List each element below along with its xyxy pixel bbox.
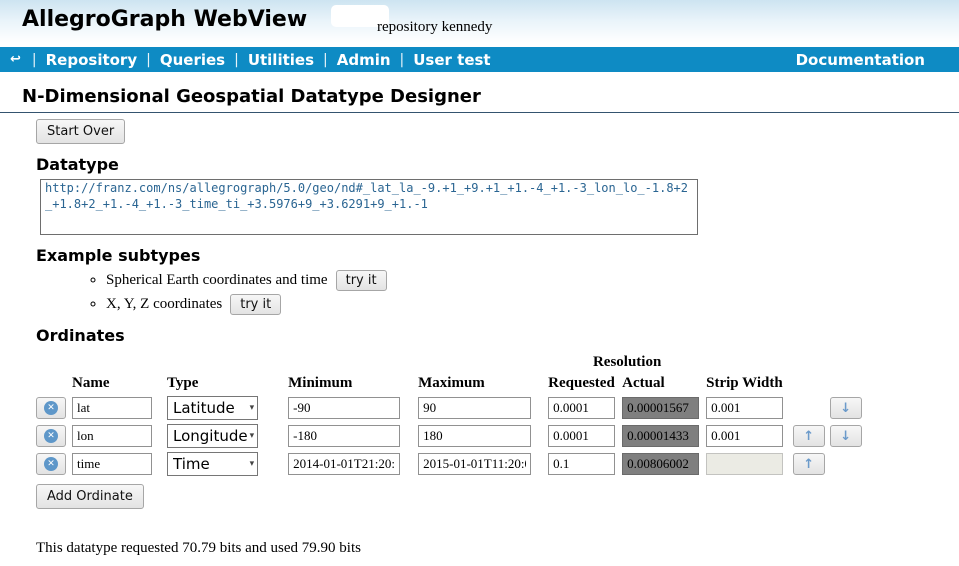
example-subtypes-heading: Example subtypes bbox=[36, 246, 959, 265]
nav-separator: | bbox=[400, 52, 405, 68]
move-down-button[interactable]: ↓ bbox=[830, 397, 862, 419]
nav-item-user-test[interactable]: User test bbox=[413, 51, 490, 69]
down-arrow-icon: ↓ bbox=[840, 429, 851, 444]
selected-type-value: Longitude bbox=[173, 427, 248, 445]
datatype-heading: Datatype bbox=[36, 155, 959, 174]
ordinates-table: Resolution Name Type Minimum Maximum Req… bbox=[36, 350, 862, 480]
ordinate-minimum-input[interactable] bbox=[288, 397, 400, 419]
dropdown-arrow-icon: ▾ bbox=[250, 459, 255, 469]
list-item: Spherical Earth coordinates and time try … bbox=[106, 270, 959, 291]
column-header-requested: Requested bbox=[548, 375, 622, 392]
selected-type-value: Time bbox=[173, 455, 210, 473]
try-it-button-spherical[interactable]: try it bbox=[336, 270, 387, 291]
delete-ordinate-button[interactable]: ✕ bbox=[36, 425, 66, 447]
strip-width-input[interactable] bbox=[706, 397, 783, 419]
nav-separator: | bbox=[323, 52, 328, 68]
column-header-name: Name bbox=[72, 375, 167, 392]
selected-type-value: Latitude bbox=[173, 399, 235, 417]
down-arrow-icon: ↓ bbox=[840, 401, 851, 416]
move-up-button[interactable]: ↑ bbox=[793, 425, 825, 447]
ordinate-name-input[interactable] bbox=[72, 453, 152, 475]
delete-ordinate-button[interactable]: ✕ bbox=[36, 453, 66, 475]
nav-item-admin[interactable]: Admin bbox=[337, 51, 391, 69]
ordinate-maximum-input[interactable] bbox=[418, 397, 531, 419]
ordinate-type-select[interactable]: Latitude ▾ bbox=[167, 396, 258, 420]
column-header-actual: Actual bbox=[622, 375, 706, 392]
dropdown-arrow-icon: ▾ bbox=[250, 431, 255, 441]
delete-ordinate-button[interactable]: ✕ bbox=[36, 397, 66, 419]
nav-separator: | bbox=[234, 52, 239, 68]
dropdown-arrow-icon: ▾ bbox=[250, 403, 255, 413]
ordinate-maximum-input[interactable] bbox=[418, 425, 531, 447]
ordinate-row-time: ✕ Time ▾ 0.00806002 ↑ bbox=[36, 452, 862, 476]
try-it-button-xyz[interactable]: try it bbox=[230, 294, 281, 315]
resolution-requested-input[interactable] bbox=[548, 425, 615, 447]
nav-item-utilities[interactable]: Utilities bbox=[248, 51, 314, 69]
ordinate-row-lat: ✕ Latitude ▾ 0.00001567 ↓ bbox=[36, 396, 862, 420]
column-header-type: Type bbox=[167, 375, 288, 392]
app-title: AllegroGraph WebView bbox=[22, 7, 307, 32]
delete-icon: ✕ bbox=[44, 457, 58, 471]
ordinates-heading: Ordinates bbox=[36, 326, 959, 345]
strip-width-input-disabled bbox=[706, 453, 783, 475]
bits-summary: This datatype requested 70.79 bits and u… bbox=[36, 540, 959, 557]
ordinate-row-lon: ✕ Longitude▾ 0.00001433 ↑ ↓ bbox=[36, 424, 862, 448]
page-header: AllegroGraph WebView repository kennedy bbox=[0, 0, 959, 47]
ordinate-name-input[interactable] bbox=[72, 425, 152, 447]
column-header-maximum: Maximum bbox=[418, 375, 548, 392]
resolution-actual-value: 0.00001567 bbox=[622, 397, 699, 419]
strip-width-input[interactable] bbox=[706, 425, 783, 447]
nav-item-queries[interactable]: Queries bbox=[160, 51, 225, 69]
nav-separator: | bbox=[146, 52, 151, 68]
up-arrow-icon: ↑ bbox=[803, 457, 814, 472]
delete-icon: ✕ bbox=[44, 401, 58, 415]
delete-icon: ✕ bbox=[44, 429, 58, 443]
move-down-button[interactable]: ↓ bbox=[830, 425, 862, 447]
resolution-requested-input[interactable] bbox=[548, 397, 615, 419]
ordinate-name-input[interactable] bbox=[72, 397, 152, 419]
move-up-button[interactable]: ↑ bbox=[793, 453, 825, 475]
nav-separator: | bbox=[32, 52, 37, 68]
up-arrow-icon: ↑ bbox=[803, 429, 814, 444]
list-item: X, Y, Z coordinates try it bbox=[106, 294, 959, 315]
add-ordinate-button[interactable]: Add Ordinate bbox=[36, 484, 144, 509]
subtype-label: X, Y, Z coordinates bbox=[106, 296, 222, 312]
title-bar: N-Dimensional Geospatial Datatype Design… bbox=[0, 86, 959, 113]
nav-item-repository[interactable]: Repository bbox=[46, 51, 138, 69]
subtype-label: Spherical Earth coordinates and time bbox=[106, 272, 328, 288]
nav-bar: ↩ | Repository | Queries | Utilities | A… bbox=[0, 47, 959, 72]
nav-item-documentation[interactable]: Documentation bbox=[796, 51, 925, 69]
ordinate-minimum-input[interactable] bbox=[288, 453, 400, 475]
resolution-actual-value: 0.00806002 bbox=[622, 453, 699, 475]
datatype-textarea[interactable]: http://franz.com/ns/allegrograph/5.0/geo… bbox=[40, 179, 698, 235]
column-header-minimum: Minimum bbox=[288, 375, 418, 392]
start-over-button[interactable]: Start Over bbox=[36, 119, 125, 144]
ordinate-type-select[interactable]: Longitude▾ bbox=[167, 424, 258, 448]
repository-label: repository kennedy bbox=[377, 19, 492, 36]
ordinate-maximum-input[interactable] bbox=[418, 453, 531, 475]
example-subtypes-list: Spherical Earth coordinates and time try … bbox=[36, 270, 959, 315]
column-header-strip-width: Strip Width bbox=[706, 375, 793, 392]
ordinate-minimum-input[interactable] bbox=[288, 425, 400, 447]
resolution-requested-input[interactable] bbox=[548, 453, 615, 475]
back-icon[interactable]: ↩ bbox=[8, 52, 23, 67]
page-title: N-Dimensional Geospatial Datatype Design… bbox=[22, 86, 959, 107]
resolution-header: Resolution bbox=[548, 354, 706, 371]
ordinate-type-select[interactable]: Time ▾ bbox=[167, 452, 258, 476]
resolution-actual-value: 0.00001433 bbox=[622, 425, 699, 447]
